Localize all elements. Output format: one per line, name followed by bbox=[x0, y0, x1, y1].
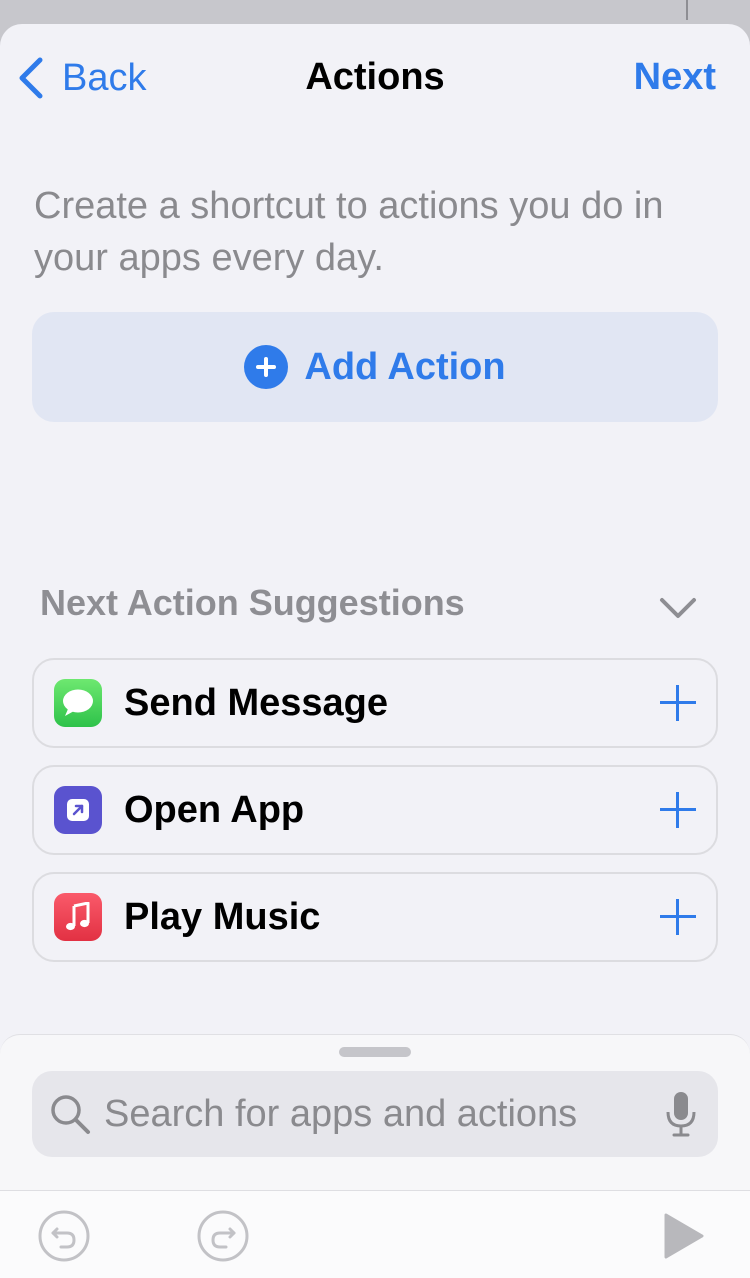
plus-icon[interactable] bbox=[658, 790, 698, 830]
plus-icon[interactable] bbox=[658, 683, 698, 723]
editor-toolbar bbox=[0, 1190, 750, 1278]
microphone-icon[interactable] bbox=[664, 1090, 698, 1138]
undo-icon[interactable] bbox=[37, 1209, 91, 1263]
chevron-down-icon[interactable] bbox=[656, 592, 700, 622]
add-action-label: Add Action bbox=[304, 345, 506, 388]
plus-circle-icon bbox=[244, 345, 289, 389]
suggestion-send-message[interactable]: Send Message bbox=[32, 658, 718, 748]
suggestions-header: Next Action Suggestions bbox=[40, 582, 465, 623]
suggestion-label: Send Message bbox=[124, 681, 388, 724]
next-button[interactable]: Next bbox=[634, 56, 716, 99]
intro-text: Create a shortcut to actions you do in y… bbox=[34, 185, 664, 279]
navigation-bar: Back Actions Next bbox=[0, 24, 750, 134]
open-app-icon bbox=[54, 786, 102, 834]
background-sheet-edge bbox=[686, 0, 688, 20]
plus-icon[interactable] bbox=[658, 897, 698, 937]
actions-sheet: Back Actions Next Create a shortcut to a… bbox=[0, 24, 750, 1278]
search-icon bbox=[51, 1095, 90, 1134]
messages-icon bbox=[54, 679, 102, 727]
suggestion-label: Open App bbox=[124, 788, 305, 831]
search-input[interactable] bbox=[104, 1092, 664, 1136]
add-action-button[interactable]: Add Action bbox=[32, 312, 718, 422]
search-sheet bbox=[0, 1034, 750, 1278]
suggestion-label: Play Music bbox=[124, 895, 321, 938]
suggestion-open-app[interactable]: Open App bbox=[32, 765, 718, 855]
sheet-grabber[interactable] bbox=[339, 1047, 411, 1057]
play-icon[interactable] bbox=[660, 1211, 706, 1261]
suggestion-play-music[interactable]: Play Music bbox=[32, 872, 718, 962]
music-icon bbox=[54, 893, 102, 941]
search-bar[interactable] bbox=[32, 1071, 718, 1157]
redo-icon[interactable] bbox=[196, 1209, 250, 1263]
